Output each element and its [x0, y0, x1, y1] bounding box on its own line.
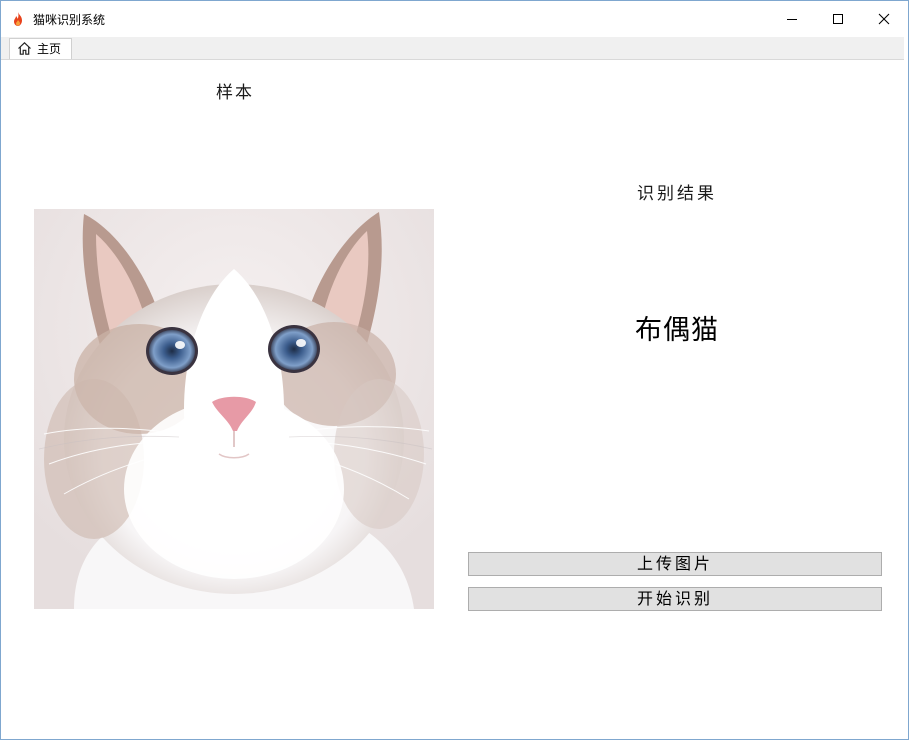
minimize-icon — [787, 19, 797, 20]
upload-image-button[interactable]: 上传图片 — [468, 552, 882, 576]
flame-icon — [10, 11, 26, 27]
result-value: 布偶猫 — [635, 315, 719, 346]
main-content: 样本 识别结果 布偶猫 上传图片 开始识别 — [1, 60, 904, 735]
window-title: 猫咪识别系统 — [33, 13, 106, 27]
sample-label: 样本 — [216, 83, 254, 103]
start-recognition-button[interactable]: 开始识别 — [468, 587, 882, 611]
maximize-icon — [833, 14, 843, 24]
tab-home[interactable]: 主页 — [9, 38, 72, 59]
app-window: 猫咪识别系统 主页 样本 识别结果 布偶猫 上传图片 开始识别 — [0, 0, 909, 740]
home-icon — [17, 41, 32, 60]
title-bar[interactable]: 猫咪识别系统 — [1, 1, 908, 37]
tab-home-label: 主页 — [37, 42, 62, 56]
sample-image — [34, 209, 434, 609]
tab-bar: 主页 — [1, 37, 904, 60]
minimize-button[interactable] — [769, 1, 815, 37]
close-icon — [878, 13, 890, 25]
close-button[interactable] — [861, 1, 907, 37]
result-title: 识别结果 — [637, 184, 717, 204]
maximize-button[interactable] — [815, 1, 861, 37]
